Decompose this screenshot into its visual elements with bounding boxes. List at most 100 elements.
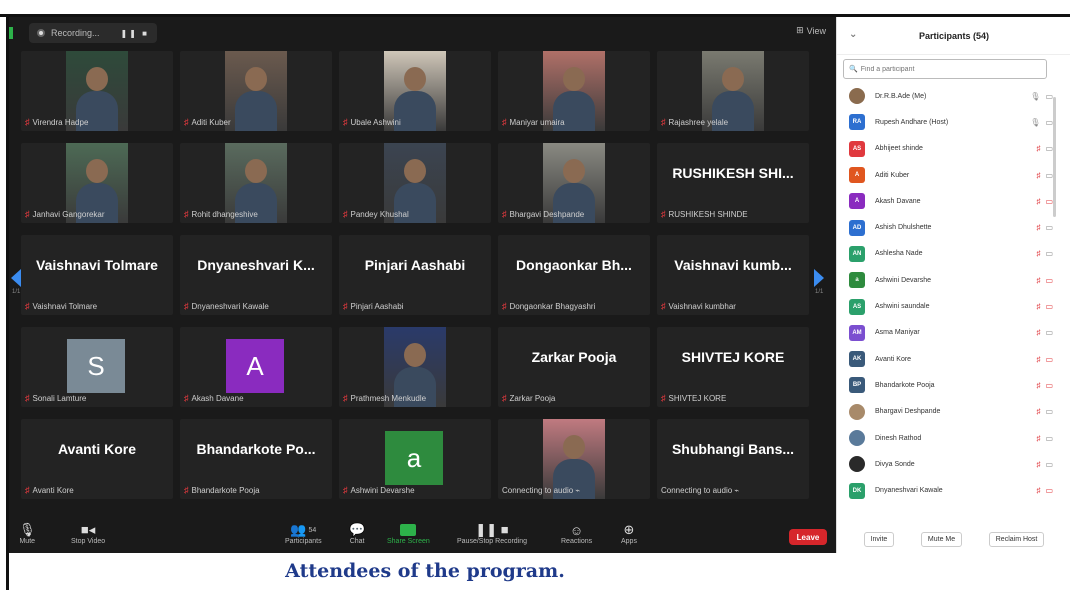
participant-tile[interactable]: ♯ Aditi Kuber bbox=[180, 51, 332, 131]
participant-list-item[interactable]: Dr.R.B.Ade (Me) 🎙 ▭ bbox=[837, 83, 1070, 109]
participant-status-icons: ♯ ▭ bbox=[1036, 486, 1053, 495]
participant-list-name: Avanti Kore bbox=[875, 355, 912, 363]
participant-list-name: Bhandarkote Pooja bbox=[875, 381, 935, 389]
participant-list-item[interactable]: BP Bhandarkote Pooja ♯ ▭ bbox=[837, 372, 1070, 398]
participant-tile[interactable]: ♯ Janhavi Gangorekar bbox=[21, 143, 173, 223]
search-input[interactable] bbox=[860, 65, 1031, 73]
video-off-icon: ▭ bbox=[1045, 91, 1053, 101]
participant-tile[interactable]: Avanti Kore ♯ Avanti Kore bbox=[21, 419, 173, 499]
participant-tile[interactable]: ♯ Ubale Ashwini bbox=[339, 51, 491, 131]
participant-tile[interactable]: A ♯ Akash Davane bbox=[180, 327, 332, 407]
chevron-down-icon[interactable]: ⌄ bbox=[849, 29, 857, 40]
participant-tile[interactable]: ♯ Prathmesh Menkudle bbox=[339, 327, 491, 407]
participant-name-label: ♯ Virendra Hadpe bbox=[25, 117, 88, 127]
chat-label: Chat bbox=[349, 538, 365, 545]
participant-tile[interactable]: ♯ Bhargavi Deshpande bbox=[498, 143, 650, 223]
participant-list-item[interactable]: A Aditi Kuber ♯ ▭ bbox=[837, 162, 1070, 188]
participant-list-name: Dnyaneshvari Kawale bbox=[875, 487, 943, 495]
participant-tile[interactable]: Vaishnavi Tolmare ♯ Vaishnavi Tolmare bbox=[21, 235, 173, 315]
participant-list-item[interactable]: AD Ashish Dhulshette ♯ ▭ bbox=[837, 214, 1070, 240]
apps-icon: ⊕ bbox=[623, 522, 635, 537]
participant-tile[interactable]: Pinjari Aashabi ♯ Pinjari Aashabi bbox=[339, 235, 491, 315]
participant-list-item[interactable]: AN Ashlesha Nade ♯ ▭ bbox=[837, 241, 1070, 267]
reactions-button[interactable]: ☺ Reactions bbox=[561, 522, 592, 546]
participant-name: Vaishnavi kumbhar bbox=[668, 301, 736, 311]
participant-list-item[interactable]: AS Abhijeet shinde ♯ ▭ bbox=[837, 136, 1070, 162]
participant-tile[interactable]: SHIVTEJ KORE ♯ SHIVTEJ KORE bbox=[657, 327, 809, 407]
participant-tile[interactable]: a ♯ Ashwini Devarshe bbox=[339, 419, 491, 499]
mic-muted-icon: ♯ bbox=[1036, 249, 1041, 259]
participant-tile[interactable]: S ♯ Sonali Lamture bbox=[21, 327, 173, 407]
participant-tile[interactable]: Vaishnavi kumb... ♯ Vaishnavi kumbhar bbox=[657, 235, 809, 315]
mic-muted-icon: ♯ bbox=[502, 301, 507, 311]
chat-button[interactable]: 💬 Chat bbox=[349, 522, 365, 545]
participant-name-label: Connecting to audio ⌁ bbox=[502, 486, 580, 495]
participant-search[interactable]: 🔍 bbox=[843, 59, 1047, 79]
participant-list-item[interactable]: A Akash Davane ♯ ▭ bbox=[837, 188, 1070, 214]
participant-tile[interactable]: ♯ Maniyar umaira bbox=[498, 51, 650, 131]
participant-name-label: ♯ Pinjari Aashabi bbox=[343, 301, 403, 311]
participant-tile[interactable]: Connecting to audio ⌁ bbox=[498, 419, 650, 499]
previous-page-arrow-icon[interactable] bbox=[11, 269, 21, 287]
participant-tile[interactable]: Dongaonkar Bh... ♯ Dongaonkar Bhagyashri bbox=[498, 235, 650, 315]
participant-list-avatar: A bbox=[849, 193, 865, 210]
participant-tile[interactable]: RUSHIKESH SHI... ♯ RUSHIKESH SHINDE bbox=[657, 143, 809, 223]
mic-muted-icon: ♯ bbox=[661, 301, 666, 311]
apps-button[interactable]: ⊕ Apps bbox=[621, 522, 637, 545]
participant-tile[interactable]: Dnyaneshvari K... ♯ Dnyaneshvari Kawale bbox=[180, 235, 332, 315]
participant-list-item[interactable]: a Ashwini Devarshe ♯ ▭ bbox=[837, 267, 1070, 293]
stop-video-button[interactable]: ■◂ Stop Video bbox=[71, 522, 105, 545]
reclaim-host-button[interactable]: Reclaim Host bbox=[988, 531, 1045, 547]
next-page-arrow-icon[interactable] bbox=[814, 269, 824, 287]
mic-muted-icon: ♯ bbox=[1036, 223, 1041, 233]
participant-name: Bhandarkote Pooja bbox=[191, 485, 260, 495]
participant-list-item[interactable]: AM Asma Maniyar ♯ ▭ bbox=[837, 320, 1070, 346]
participant-name: Maniyar umaira bbox=[509, 117, 565, 127]
mute-me-button[interactable]: Mute Me bbox=[920, 531, 963, 547]
participant-name-label: ♯ Zarkar Pooja bbox=[502, 393, 555, 403]
participant-name: Dongaonkar Bhagyashri bbox=[509, 301, 596, 311]
mic-muted-icon: ♯ bbox=[25, 485, 30, 495]
recording-indicator[interactable]: Recording... ❚❚ ■ bbox=[29, 23, 157, 43]
share-screen-label: Share Screen bbox=[387, 538, 430, 545]
recording-controls[interactable]: ❚❚ ■ bbox=[121, 29, 149, 38]
participant-list-item[interactable]: Divya Sonde ♯ ▭ bbox=[837, 451, 1070, 477]
mic-muted-icon: ♯ bbox=[1036, 144, 1041, 154]
invite-button[interactable]: Invite bbox=[863, 531, 895, 547]
mic-muted-icon: ♯ bbox=[25, 301, 30, 311]
participant-name: Rohit dhangeshive bbox=[191, 209, 258, 219]
mic-muted-icon: ♯ bbox=[1036, 459, 1041, 469]
participant-list-avatar: AS bbox=[849, 140, 865, 157]
participant-name: SHIVTEJ KORE bbox=[668, 393, 727, 403]
participant-video bbox=[225, 51, 287, 131]
participant-list-item[interactable]: DK Dnyaneshvari Kawale ♯ ▭ bbox=[837, 477, 1070, 503]
participants-button[interactable]: 👥 54 Participants bbox=[285, 522, 322, 545]
participant-tile[interactable]: Zarkar Pooja ♯ Zarkar Pooja bbox=[498, 327, 650, 407]
grid-icon: ⊞ bbox=[796, 25, 804, 35]
participant-tile[interactable]: ♯ Rohit dhangeshive bbox=[180, 143, 332, 223]
participant-list-name: Dinesh Rathod bbox=[875, 434, 922, 442]
participant-list-scrollbar[interactable] bbox=[1053, 97, 1056, 217]
participant-status-icons: ♯ ▭ bbox=[1036, 381, 1053, 390]
participant-name-label: ♯ Rajashree yelale bbox=[661, 117, 728, 127]
participant-list-item[interactable]: RA Rupesh Andhare (Host) 🎙 ▭ bbox=[837, 109, 1070, 135]
participant-list-item[interactable]: AK Avanti Kore ♯ ▭ bbox=[837, 346, 1070, 372]
participant-list-item[interactable]: Bhargavi Deshpande ♯ ▭ bbox=[837, 399, 1070, 425]
participant-name-label: ♯ Janhavi Gangorekar bbox=[25, 209, 105, 219]
participant-list-name: Asma Maniyar bbox=[875, 329, 920, 337]
participant-tile[interactable]: ♯ Rajashree yelale bbox=[657, 51, 809, 131]
video-off-icon: ▭ bbox=[1045, 433, 1053, 443]
leave-button[interactable]: Leave bbox=[789, 529, 827, 545]
participant-tile[interactable]: Bhandarkote Po... ♯ Bhandarkote Pooja bbox=[180, 419, 332, 499]
participant-tile[interactable]: ♯ Virendra Hadpe bbox=[21, 51, 173, 131]
participant-list-item[interactable]: Dinesh Rathod ♯ ▭ bbox=[837, 425, 1070, 451]
participant-list-item[interactable]: AS Ashwini saundale ♯ ▭ bbox=[837, 293, 1070, 319]
participant-tile[interactable]: ♯ Pandey Khushal bbox=[339, 143, 491, 223]
participant-tile[interactable]: Shubhangi Bans... Connecting to audio ⌁ bbox=[657, 419, 809, 499]
pause-stop-recording-button[interactable]: ❚❚ ■ Pause/Stop Recording bbox=[457, 522, 527, 545]
view-button[interactable]: ⊞ View bbox=[796, 25, 826, 36]
share-screen-button[interactable]: Share Screen bbox=[387, 522, 430, 545]
participant-name: Pandey Khushal bbox=[350, 209, 409, 219]
participant-name-label: ♯ Prathmesh Menkudle bbox=[343, 393, 426, 403]
mute-button[interactable]: 🎙 Mute bbox=[19, 522, 36, 545]
